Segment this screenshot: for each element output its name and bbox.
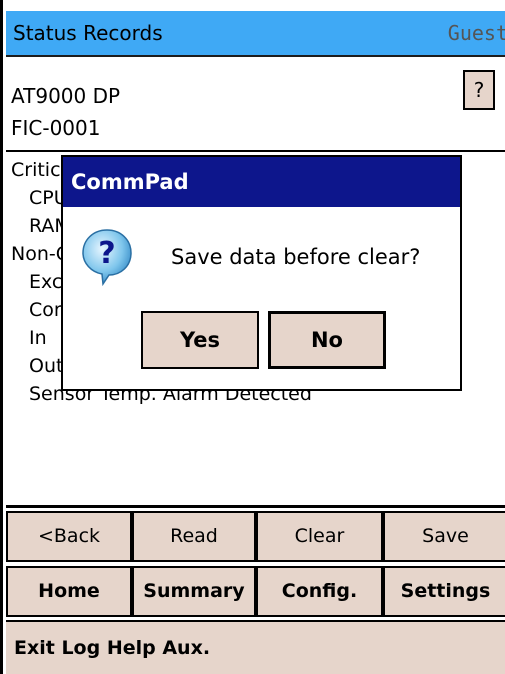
page-title: Status Records — [13, 21, 163, 45]
config-button[interactable]: Config. — [256, 566, 383, 617]
back-button[interactable]: <Back — [6, 511, 132, 562]
app-frame: Status Records Guest AT9000 DP FIC-0001 … — [0, 0, 505, 674]
yes-button[interactable]: Yes — [141, 311, 259, 369]
save-button[interactable]: Save — [383, 511, 505, 562]
device-info: AT9000 DP FIC-0001 — [11, 80, 120, 144]
action-toolbar: <Back Read Clear Save — [6, 511, 505, 562]
title-bar: Status Records Guest — [6, 11, 505, 57]
help-button[interactable]: ? — [463, 70, 495, 110]
clear-button[interactable]: Clear — [256, 511, 383, 562]
read-button[interactable]: Read — [132, 511, 256, 562]
divider — [6, 150, 505, 152]
svg-text:?: ? — [98, 236, 115, 271]
settings-button[interactable]: Settings — [383, 566, 505, 617]
menu-bar[interactable]: Exit Log Help Aux. — [6, 622, 505, 674]
summary-button[interactable]: Summary — [132, 566, 256, 617]
user-label: Guest — [447, 21, 505, 45]
navigation-toolbar: Home Summary Config. Settings — [6, 566, 505, 617]
home-button[interactable]: Home — [6, 566, 132, 617]
device-tag: FIC-0001 — [11, 116, 101, 140]
question-icon: ? — [82, 229, 132, 287]
no-button[interactable]: No — [268, 311, 386, 369]
confirm-dialog: CommPad ? Save data before clear? Yes No — [61, 155, 462, 391]
divider — [6, 505, 505, 508]
device-model: AT9000 DP — [11, 84, 121, 108]
dialog-message: Save data before clear? — [171, 245, 421, 269]
dialog-title: CommPad — [63, 157, 460, 207]
